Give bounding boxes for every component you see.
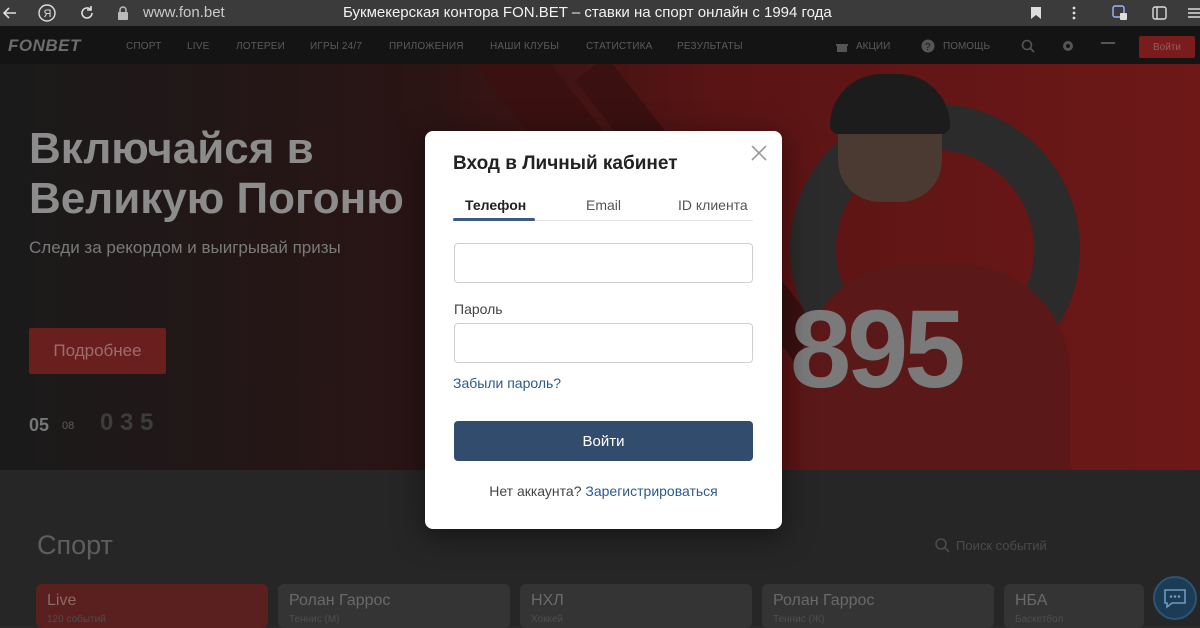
address-bar[interactable]: www.fon.bet: [143, 4, 225, 21]
jersey-number: 895: [790, 288, 966, 411]
forgot-password-link[interactable]: Забыли пароль?: [453, 375, 561, 391]
tab-phone[interactable]: Телефон: [465, 197, 526, 213]
bookmark-icon[interactable]: [1026, 3, 1046, 23]
reload-icon[interactable]: [77, 3, 97, 23]
svg-text:?: ?: [925, 42, 931, 53]
tab-email[interactable]: Email: [586, 197, 621, 213]
sport-card-sub: Теннис (Ж): [773, 614, 825, 625]
sport-card-nba[interactable]: НБА Баскетбол: [1004, 584, 1144, 628]
login-tabs: Телефон Email ID клиента: [453, 195, 753, 221]
chat-button[interactable]: [1153, 576, 1197, 620]
register-link[interactable]: Зарегистрироваться: [585, 483, 717, 499]
sport-card-roland-garros-men[interactable]: Ролан Гаррос Теннис (М): [278, 584, 510, 628]
login-submit-button[interactable]: Войти: [454, 421, 753, 461]
sport-card-sub: 120 событий: [47, 614, 106, 625]
sport-card-sub: Теннис (М): [289, 614, 340, 625]
nav-live[interactable]: Live: [187, 41, 209, 52]
sport-card-name: Ролан Гаррос: [289, 592, 391, 609]
login-modal: Вход в Личный кабинет Телефон Email ID к…: [425, 131, 782, 529]
close-icon[interactable]: [749, 143, 769, 163]
password-label: Пароль: [454, 301, 503, 317]
sport-card-nhl[interactable]: НХЛ Хоккей: [520, 584, 752, 628]
nav-clubs[interactable]: Наши клубы: [490, 41, 559, 52]
phone-input[interactable]: [454, 243, 753, 283]
hero-counter: 0 3 5: [100, 409, 154, 436]
search-events-placeholder: Поиск событий: [956, 538, 1047, 553]
chat-icon: [1164, 589, 1186, 609]
fonbet-logo[interactable]: FONBET: [8, 36, 81, 56]
svg-text:Я: Я: [44, 8, 52, 20]
no-account-text: Нет аккаунта?: [489, 483, 582, 499]
sport-card-name: НБА: [1015, 592, 1048, 609]
nav-help[interactable]: ПОМОЩЬ: [943, 41, 990, 52]
search-events-icon: [935, 538, 950, 553]
sport-card-name: НХЛ: [531, 592, 564, 609]
sport-card-sub: Баскетбол: [1015, 614, 1064, 625]
sport-card-sub: Хоккей: [531, 614, 564, 625]
sport-card-roland-garros-women[interactable]: Ролан Гаррос Теннис (Ж): [762, 584, 994, 628]
modal-title: Вход в Личный кабинет: [453, 153, 678, 174]
more-icon[interactable]: [1064, 3, 1084, 23]
menu-icon[interactable]: [1184, 3, 1200, 23]
sport-card-name: Ролан Гаррос: [773, 592, 875, 609]
gift-icon: [836, 40, 848, 58]
sport-title: Спорт: [37, 530, 113, 560]
hero-title: Включайся в Великую Погоню: [29, 124, 404, 223]
translate-icon[interactable]: [1110, 3, 1130, 23]
nav-apps[interactable]: Приложения: [389, 41, 464, 52]
hero-subtitle: Следи за рекордом и выигрывай призы: [29, 238, 341, 257]
nav-games[interactable]: Игры 24/7: [310, 41, 362, 52]
no-account-row: Нет аккаунта? Зарегистрироваться: [425, 483, 782, 499]
lock-icon: [113, 3, 133, 23]
yandex-icon[interactable]: Я: [37, 3, 57, 23]
search-icon[interactable]: [1021, 39, 1035, 58]
nav-statistics[interactable]: Статистика: [586, 41, 653, 52]
settings-icon[interactable]: [1061, 39, 1075, 58]
back-icon[interactable]: [0, 3, 20, 23]
extensions-icon[interactable]: [1150, 3, 1170, 23]
browser-toolbar: Я www.fon.bet Букмекерская контора FON.B…: [0, 0, 1200, 26]
hero-date-day: 05: [29, 415, 50, 435]
login-button-nav[interactable]: Войти: [1139, 36, 1195, 58]
active-tab-indicator: [453, 218, 535, 221]
nav-promo[interactable]: АКЦИИ: [856, 41, 890, 52]
search-events[interactable]: Поиск событий: [935, 538, 1047, 553]
nav-sport[interactable]: Спорт: [126, 41, 162, 52]
help-icon: ?: [921, 39, 935, 58]
nav-lotteries[interactable]: Лотереи: [236, 41, 285, 52]
hero-date-month: 08: [62, 420, 75, 432]
sport-card-live[interactable]: Live 120 событий: [36, 584, 268, 628]
nav-results[interactable]: Результаты: [677, 41, 743, 52]
page-title: Букмекерская контора FON.BET – ставки на…: [343, 4, 832, 21]
password-input[interactable]: [454, 323, 753, 363]
hero-details-button[interactable]: Подробнее: [29, 328, 166, 374]
site-nav: FONBET Спорт Live Лотереи Игры 24/7 Прил…: [0, 26, 1200, 64]
user-icon[interactable]: [1101, 42, 1115, 44]
tab-client-id[interactable]: ID клиента: [678, 197, 748, 213]
sport-card-name: Live: [47, 592, 77, 609]
player-helmet: [830, 74, 950, 134]
